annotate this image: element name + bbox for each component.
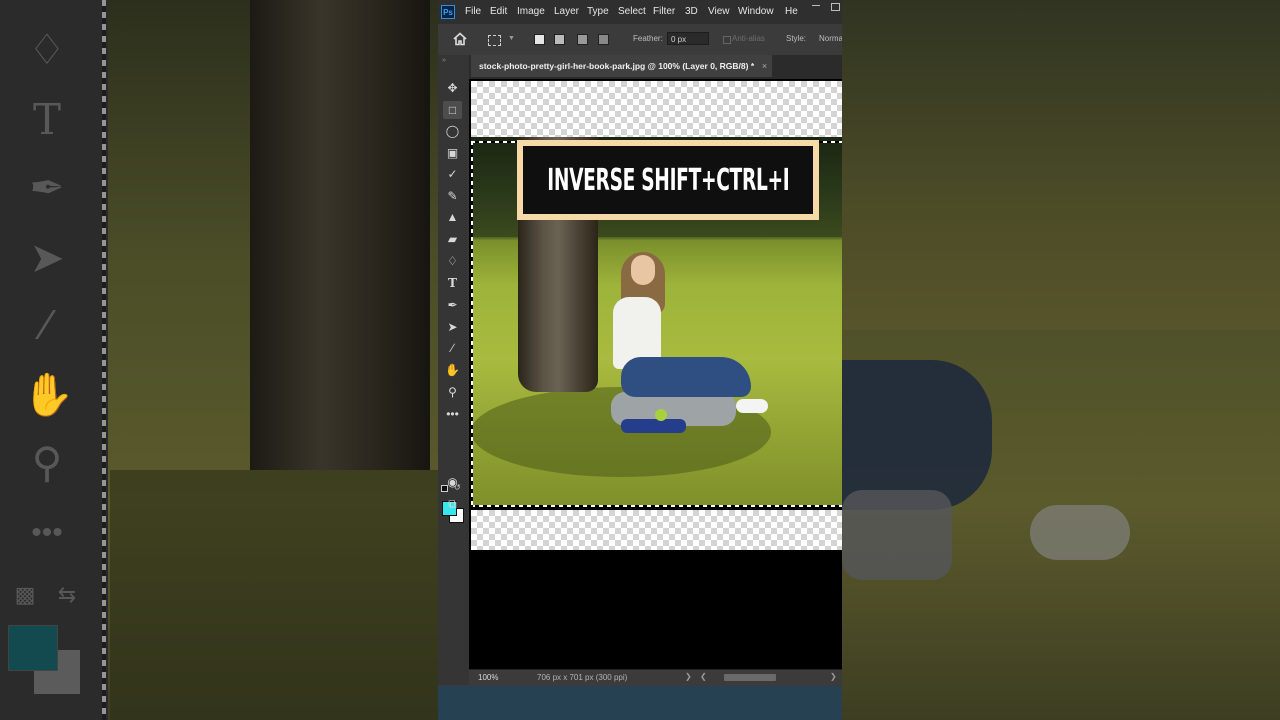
tools-panel: » ✥ □ ◯ ▣ ✓ ✎ ▲ ▰ ♢ T ✒ ➤ ∕ ✋ ⚲ ••• ↺ ◉ … [438, 55, 469, 685]
style-label: Style: [786, 34, 807, 43]
minimize-icon[interactable] [812, 5, 820, 6]
apple [655, 409, 667, 421]
menu-help[interactable]: He [785, 6, 798, 18]
selection-marquee-left [471, 141, 473, 507]
menu-filter[interactable]: Filter [653, 6, 675, 18]
path-selection-icon: ➤ [29, 234, 65, 281]
menu-file[interactable]: File [465, 6, 481, 18]
paint-bucket-icon[interactable]: ♢ [443, 252, 462, 270]
close-icon[interactable]: × [762, 55, 767, 77]
type-icon[interactable]: T [443, 274, 462, 292]
chevron-down-icon[interactable]: ▼ [508, 35, 515, 42]
caption-background: INVERSE SHIFT+CTRL+I [523, 146, 813, 214]
marquee-tool-preset-icon[interactable] [488, 35, 501, 46]
type-icon: T [32, 95, 61, 144]
background-selection-edge [102, 0, 106, 720]
menu-select[interactable]: Select [618, 6, 646, 18]
canvas-area[interactable]: INVERSE SHIFT+CTRL+I [469, 79, 842, 669]
document-tab[interactable]: stock-photo-pretty-girl-her-book-park.jp… [471, 55, 773, 77]
eyedropper-icon[interactable]: ✓ [443, 165, 462, 183]
scroll-left-icon[interactable]: ❮ [700, 672, 707, 681]
photoshop-logo-icon: Ps [441, 5, 455, 19]
foreground-color-swatch [8, 625, 58, 671]
document-info: 706 px x 701 px (300 ppi) [537, 673, 628, 682]
selection-marquee-bottom [471, 505, 842, 507]
anti-alias-checkbox[interactable] [723, 36, 731, 44]
background-tree-trunk [250, 0, 430, 470]
zoom-icon: ⚲ [31, 439, 63, 486]
hand-icon: ✋ [22, 371, 75, 418]
hand-icon[interactable]: ✋ [443, 361, 462, 379]
menu-window[interactable]: Window [738, 6, 774, 18]
object-selection-icon[interactable]: ▣ [443, 144, 462, 162]
feather-label: Feather: [633, 34, 663, 43]
more-tools-icon[interactable]: ••• [443, 405, 462, 423]
pen-icon[interactable]: ✒ [443, 296, 462, 314]
background-jeans [842, 360, 992, 510]
transparent-area-bottom [471, 510, 842, 550]
panel-grip-icon[interactable]: » [442, 57, 446, 64]
quick-mask-icon[interactable]: ◉ [443, 473, 462, 491]
status-bar: 100% 706 px x 701 px (300 ppi) ❯ ❮ ❯ [469, 669, 842, 686]
lasso-icon[interactable]: ◯ [443, 122, 462, 140]
new-selection-icon[interactable] [534, 34, 545, 45]
blue-blanket [621, 419, 686, 433]
move-icon[interactable]: ✥ [443, 79, 462, 97]
add-to-selection-icon[interactable] [554, 34, 565, 45]
screen-mode-icon[interactable]: ⧉ [443, 495, 462, 513]
photoshop-window: Ps File Edit Image Layer Type Select Fil… [438, 0, 842, 720]
girl-face [631, 255, 655, 285]
background-grass-shadow [110, 470, 440, 720]
pen-icon: ✒ [29, 164, 65, 211]
anti-alias-label: Anti-alias [732, 34, 765, 43]
menu-bar: Ps File Edit Image Layer Type Select Fil… [438, 0, 842, 24]
feather-input[interactable]: 0 px [667, 32, 709, 45]
path-selection-icon[interactable]: ➤ [443, 318, 462, 336]
swap-colors-icon: ⇆ [57, 582, 77, 607]
background-cloth [842, 490, 952, 580]
scroll-right-icon[interactable]: ❯ [830, 672, 837, 681]
paint-bucket-icon: ♢ [28, 26, 66, 73]
shortcut-caption: INVERSE SHIFT+CTRL+I [546, 162, 790, 198]
line-icon: ∕ [43, 301, 51, 348]
home-icon[interactable] [452, 31, 468, 47]
eraser-icon[interactable]: ▰ [443, 230, 462, 248]
menu-type[interactable]: Type [587, 6, 609, 18]
subtract-from-selection-icon[interactable] [577, 34, 588, 45]
shortcut-caption-box: INVERSE SHIFT+CTRL+I [517, 140, 819, 220]
clone-stamp-icon[interactable]: ▲ [443, 208, 462, 226]
document-tab-title: stock-photo-pretty-girl-her-book-park.jp… [479, 61, 755, 71]
menu-image[interactable]: Image [517, 6, 545, 18]
background-park [842, 0, 1280, 330]
menu-layer[interactable]: Layer [554, 6, 579, 18]
brush-icon[interactable]: ✎ [443, 187, 462, 205]
menu-view[interactable]: View [708, 6, 730, 18]
girl-shoe [736, 399, 768, 413]
intersect-selection-icon[interactable] [598, 34, 609, 45]
status-menu-arrow-icon[interactable]: ❯ [685, 672, 692, 681]
horizontal-scrollbar[interactable] [724, 674, 776, 681]
menu-edit[interactable]: Edit [490, 6, 507, 18]
maximize-icon[interactable] [831, 3, 840, 11]
zoom-icon[interactable]: ⚲ [443, 383, 462, 401]
menu-3d[interactable]: 3D [685, 6, 698, 18]
more-tools-icon: ••• [31, 516, 63, 549]
document-tab-bar: stock-photo-pretty-girl-her-book-park.jp… [469, 55, 842, 79]
line-icon[interactable]: ∕ [443, 339, 462, 357]
transparent-area-top [471, 81, 842, 137]
background-shoe [1030, 505, 1130, 560]
options-bar: ▼ Feather: 0 px Anti-alias Style: Norma [438, 24, 842, 56]
style-select[interactable]: Norma [819, 34, 842, 43]
rectangular-marquee-icon[interactable]: □ [443, 101, 462, 119]
bottom-panel-strip [438, 686, 842, 720]
background-toolbar: ♢ T ✒ ➤ ∕ ✋ ⚲ ••• ▩ ⇆ [0, 0, 108, 720]
zoom-level[interactable]: 100% [478, 673, 498, 682]
girl-jeans [621, 357, 751, 397]
